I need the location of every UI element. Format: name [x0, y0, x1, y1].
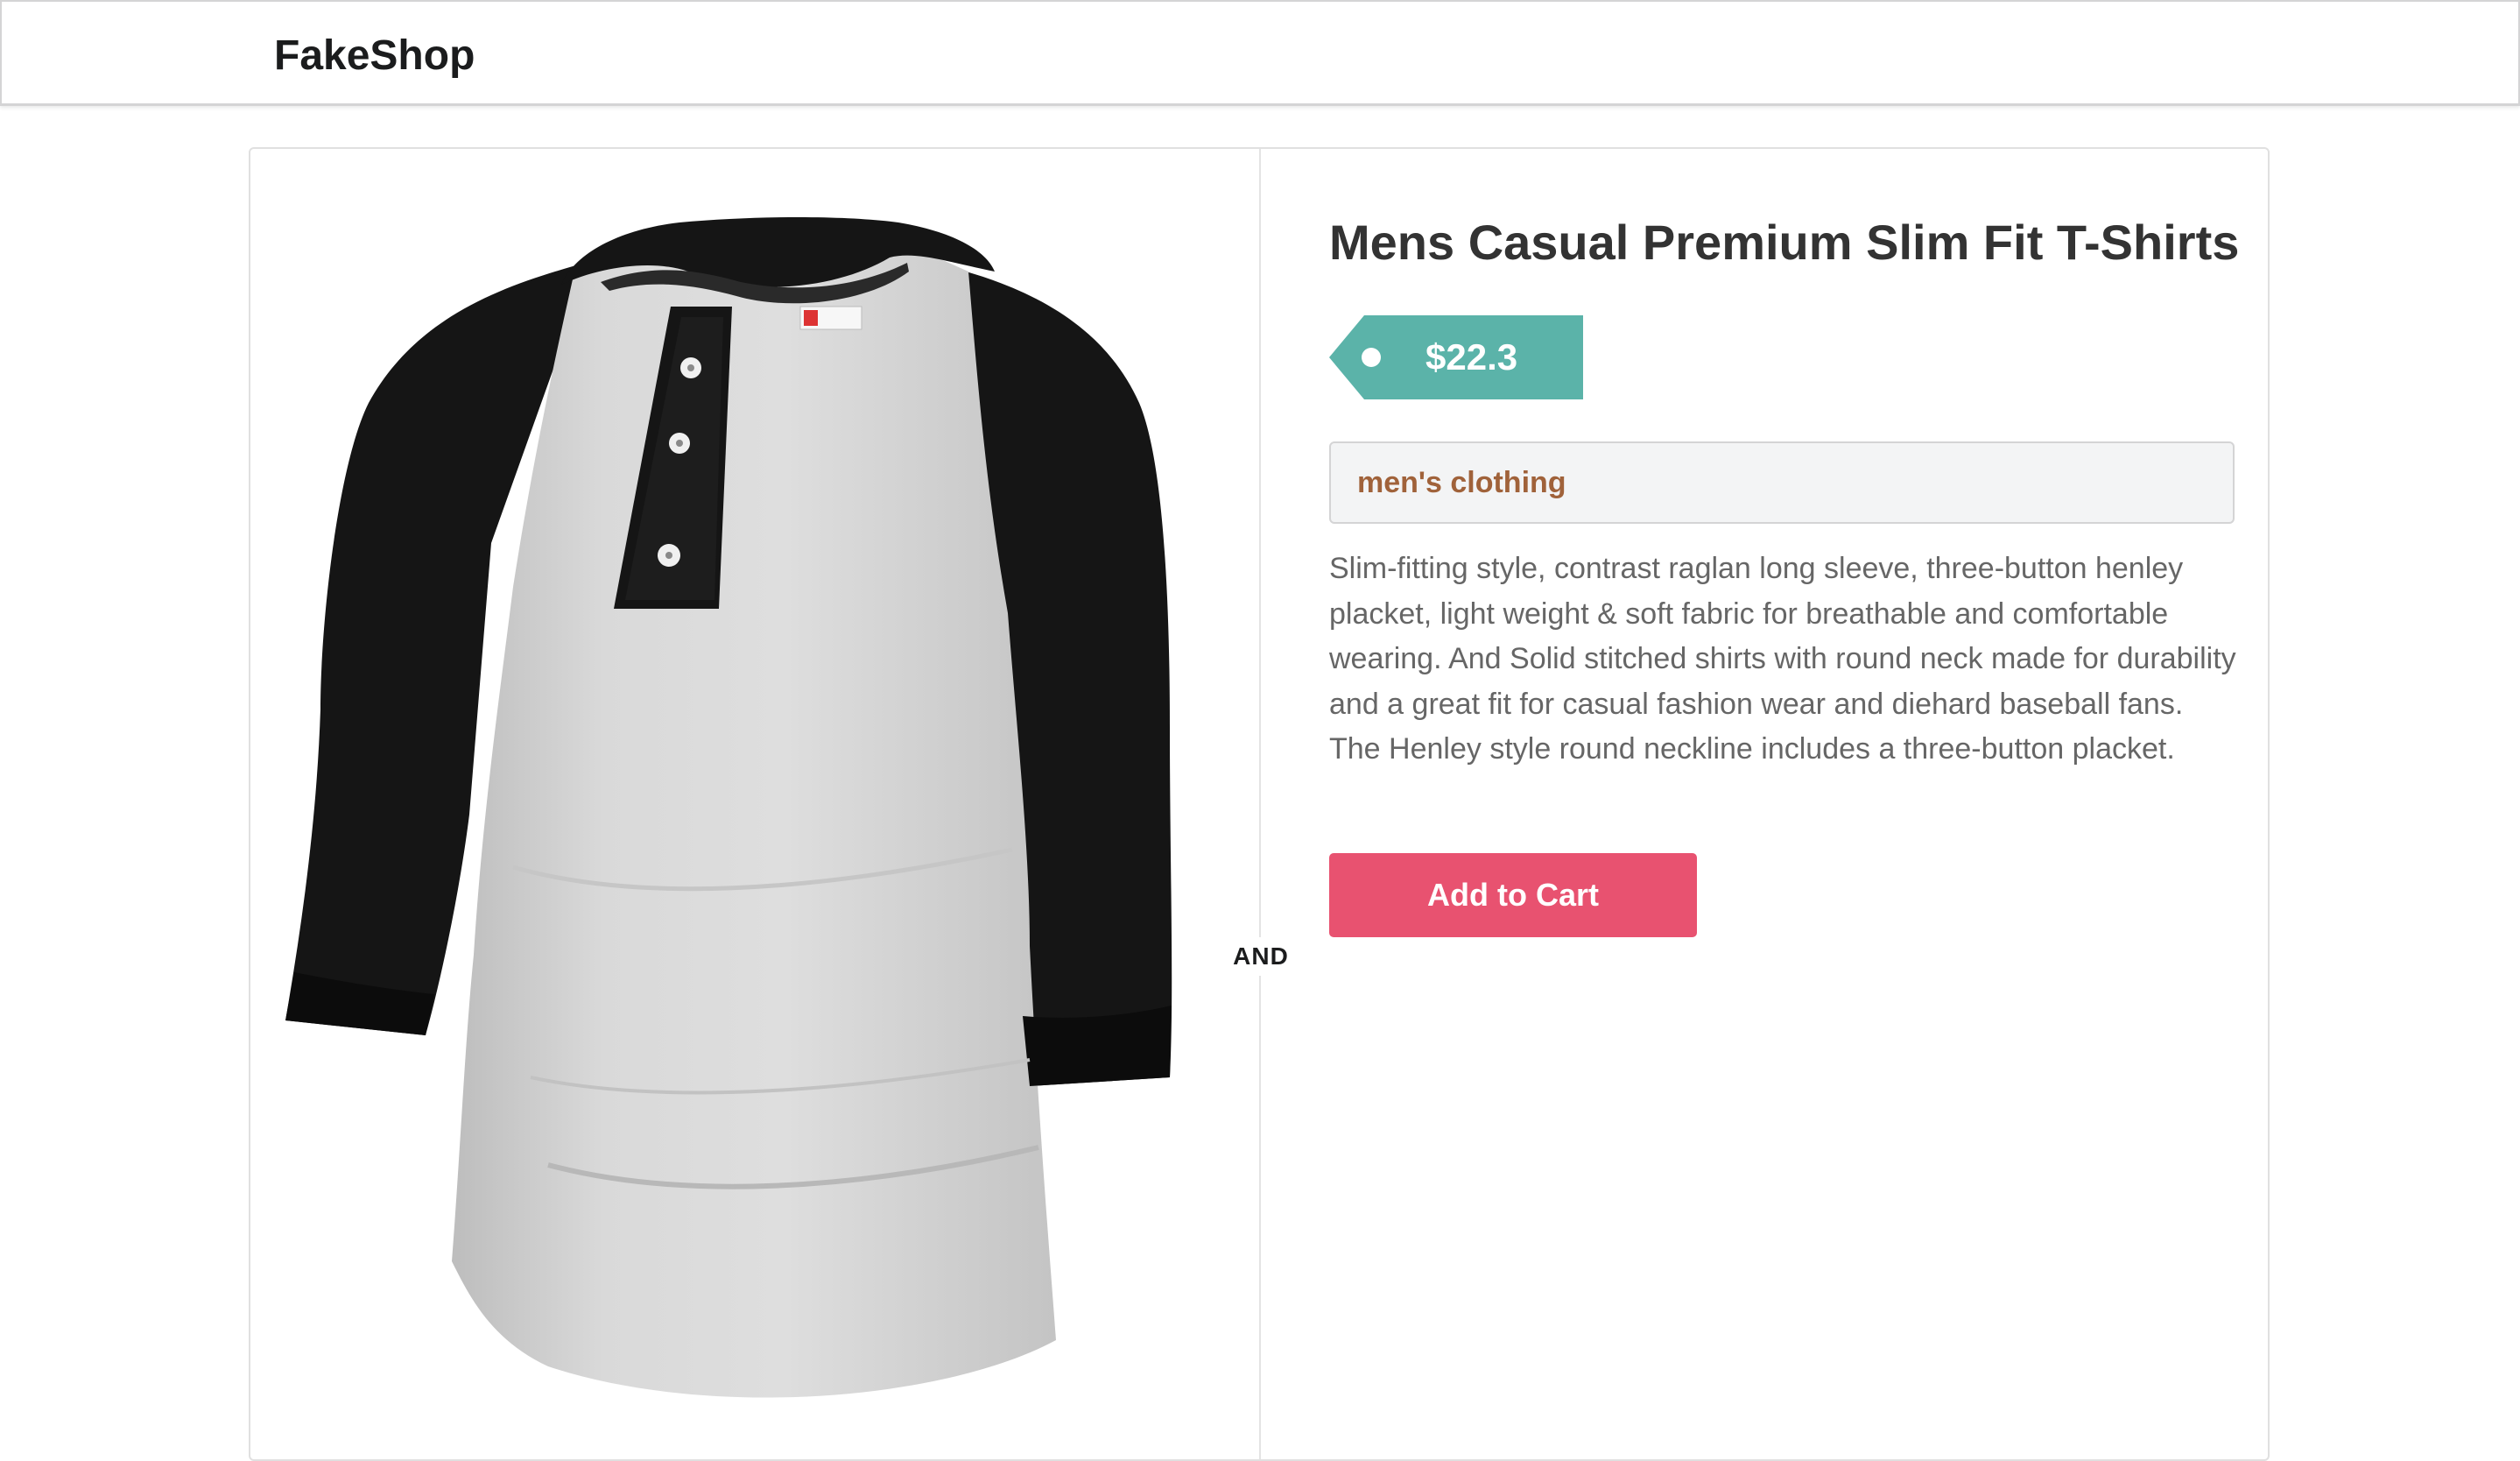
- top-navbar: FakeShop: [0, 0, 2520, 106]
- product-image: [285, 217, 1172, 1398]
- product-card: AND Mens Casual Premium Slim Fit T-Shirt…: [249, 147, 2270, 1461]
- product-description: Slim-fitting style, contrast raglan long…: [1329, 552, 2236, 766]
- product-price: $22.3: [1425, 336, 1518, 378]
- product-title: Mens Casual Premium Slim Fit T-Shirts: [1329, 215, 2240, 270]
- price-tag: $22.3: [1329, 315, 1583, 399]
- add-to-cart-button[interactable]: Add to Cart: [1329, 853, 1697, 937]
- brand-logo-text[interactable]: FakeShop: [274, 30, 475, 82]
- vertical-divider: [1259, 149, 1261, 1459]
- divider-label: AND: [1222, 937, 1299, 976]
- category-label: men's clothing: [1329, 441, 2235, 524]
